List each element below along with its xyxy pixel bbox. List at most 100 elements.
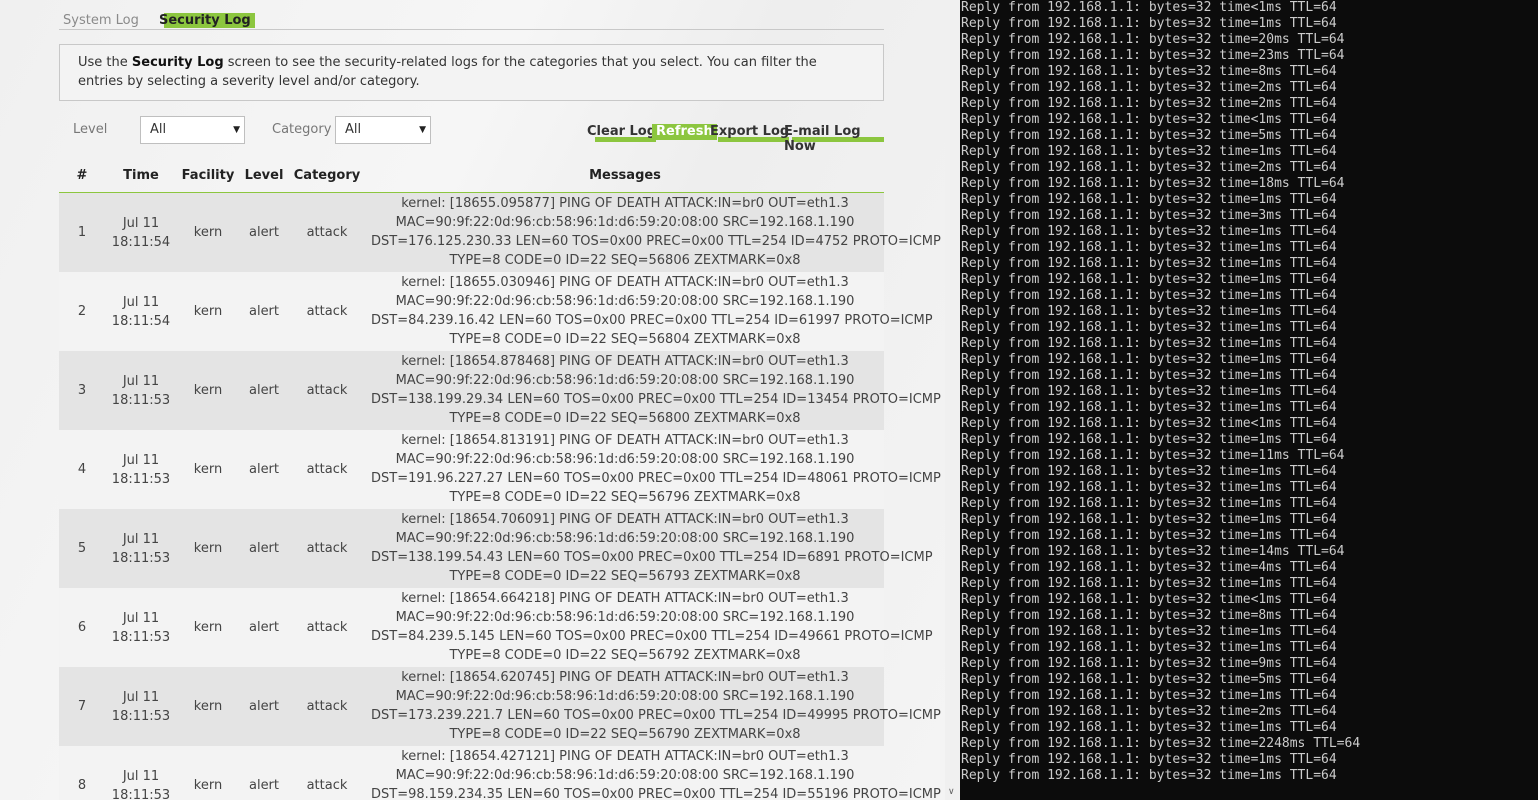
table-row: 8 Jul 11 18:11:53 kern alert attack kernel: [1… [59, 746, 941, 800]
row-facility: kern [193, 383, 223, 398]
terminal-line: Reply from 192.168.1.1: bytes=32 time=1m… [961, 272, 1337, 287]
terminal-line: Reply from 192.168.1.1: bytes=32 time=1m… [961, 352, 1337, 367]
message-line: TYPE=8 CODE=0 ID=22 SEQ=56806 ZEXTMARK=0… [449, 253, 801, 268]
message-line: MAC=90:9f:22:0d:96:cb:58:96:1d:d6:59:20:… [395, 294, 855, 309]
scrollbar[interactable]: ∨ [945, 0, 960, 800]
terminal-line: Reply from 192.168.1.1: bytes=32 time=1m… [961, 688, 1337, 703]
email-log-button[interactable]: E-mail Log Now [784, 124, 884, 154]
terminal-line: Reply from 192.168.1.1: bytes=32 time=22… [961, 736, 1361, 751]
row-facility: kern [193, 462, 223, 477]
row-message: kernel: [18654.664218] PING OF DEATH ATT… [371, 588, 933, 668]
message-line: DST=138.199.29.34 LEN=60 TOS=0x00 PREC=0… [371, 392, 941, 407]
message-line: DST=191.96.227.27 LEN=60 TOS=0x00 PREC=0… [371, 471, 941, 486]
message-line: kernel: [18654.664218] PING OF DEATH ATT… [401, 591, 849, 606]
tab-security-log[interactable]: Security Log [155, 13, 255, 28]
row-level: alert [248, 778, 280, 793]
message-line: MAC=90:9f:22:0d:96:cb:58:96:1d:d6:59:20:… [395, 689, 855, 704]
category-select[interactable]: All ▼ [335, 116, 431, 144]
export-log-button[interactable]: Export Log [710, 124, 790, 142]
terminal-line: Reply from 192.168.1.1: bytes=32 time=1m… [961, 768, 1337, 783]
tab-system-log[interactable]: System Log [59, 13, 143, 28]
col-time: Time [123, 168, 159, 183]
info-text: Use the Security Log screen to see the s… [78, 55, 817, 89]
row-message: kernel: [18654.878468] PING OF DEATH ATT… [371, 351, 941, 431]
terminal-line: Reply from 192.168.1.1: bytes=32 time<1m… [961, 416, 1337, 431]
row-category: attack [306, 541, 348, 556]
terminal-window: Reply from 192.168.1.1: bytes=32 time<1m… [960, 0, 1538, 800]
message-line: MAC=90:9f:22:0d:96:cb:58:96:1d:d6:59:20:… [395, 768, 855, 783]
clear-log-button[interactable]: Clear Log [587, 124, 657, 142]
message-line: DST=138.199.54.43 LEN=60 TOS=0x00 PREC=0… [371, 550, 933, 565]
message-line: TYPE=8 CODE=0 ID=22 SEQ=56793 ZEXTMARK=0… [449, 569, 801, 584]
terminal-line: Reply from 192.168.1.1: bytes=32 time=1m… [961, 752, 1337, 767]
terminal-line: Reply from 192.168.1.1: bytes=32 time=5m… [961, 128, 1337, 143]
row-level: alert [248, 304, 280, 319]
row-time: Jul 11 18:11:53 [111, 610, 171, 645]
terminal-line: Reply from 192.168.1.1: bytes=32 time=5m… [961, 672, 1337, 687]
terminal-line: Reply from 192.168.1.1: bytes=32 time=1m… [961, 16, 1337, 31]
terminal-line: Reply from 192.168.1.1: bytes=32 time=3m… [961, 208, 1337, 223]
col-facility: Facility [181, 168, 235, 183]
level-select[interactable]: All ▼ [140, 116, 245, 144]
message-line: kernel: [18654.427121] PING OF DEATH ATT… [401, 749, 849, 764]
terminal-line: Reply from 192.168.1.1: bytes=32 time=1m… [961, 336, 1337, 351]
message-line: TYPE=8 CODE=0 ID=22 SEQ=56790 ZEXTMARK=0… [449, 727, 801, 742]
message-line: DST=176.125.230.33 LEN=60 TOS=0x00 PREC=… [371, 234, 941, 249]
terminal-line: Reply from 192.168.1.1: bytes=32 time=20… [961, 32, 1345, 47]
row-num: 6 [77, 620, 87, 635]
table-header: # Time Facility Level Category Messages [59, 163, 884, 193]
row-message: kernel: [18655.030946] PING OF DEATH ATT… [371, 272, 933, 352]
table-row: 3 Jul 11 18:11:53 kern alert attack kernel: [1… [59, 351, 941, 431]
log-table-body: 1 Jul 11 18:11:54 kern alert attack kernel: [1… [59, 193, 941, 800]
row-num: 5 [77, 541, 87, 556]
message-line: MAC=90:9f:22:0d:96:cb:58:96:1d:d6:59:20:… [395, 452, 855, 467]
table-row: 1 Jul 11 18:11:54 kern alert attack kernel: [1… [59, 193, 941, 273]
terminal-line: Reply from 192.168.1.1: bytes=32 time=1m… [961, 576, 1337, 591]
message-line: kernel: [18654.706091] PING OF DEATH ATT… [401, 512, 849, 527]
info-box: Use the Security Log screen to see the s… [59, 44, 884, 101]
terminal-line: Reply from 192.168.1.1: bytes=32 time=1m… [961, 304, 1337, 319]
terminal-line: Reply from 192.168.1.1: bytes=32 time=1m… [961, 144, 1337, 159]
row-facility: kern [193, 620, 223, 635]
row-time: Jul 11 18:11:53 [111, 768, 171, 800]
terminal-line: Reply from 192.168.1.1: bytes=32 time=1m… [961, 368, 1337, 383]
terminal-line: Reply from 192.168.1.1: bytes=32 time=1m… [961, 320, 1337, 335]
terminal-line: Reply from 192.168.1.1: bytes=32 time=1m… [961, 464, 1337, 479]
row-facility: kern [193, 225, 223, 240]
row-time: Jul 11 18:11:53 [111, 452, 171, 487]
terminal-line: Reply from 192.168.1.1: bytes=32 time=1m… [961, 528, 1337, 543]
col-category: Category [293, 168, 361, 183]
row-facility: kern [193, 778, 223, 793]
terminal-line: Reply from 192.168.1.1: bytes=32 time=1m… [961, 192, 1337, 207]
level-label: Level [73, 122, 108, 137]
row-time: Jul 11 18:11:53 [111, 689, 171, 724]
terminal-line: Reply from 192.168.1.1: bytes=32 time=8m… [961, 64, 1337, 79]
chevron-down-icon[interactable]: ∨ [948, 787, 955, 797]
row-category: attack [306, 462, 348, 477]
row-message: kernel: [18654.813191] PING OF DEATH ATT… [371, 430, 941, 510]
row-num: 8 [77, 778, 87, 793]
terminal-line: Reply from 192.168.1.1: bytes=32 time=1m… [961, 640, 1337, 655]
terminal-line: Reply from 192.168.1.1: bytes=32 time=9m… [961, 656, 1337, 671]
row-num: 7 [77, 699, 87, 714]
terminal-line: Reply from 192.168.1.1: bytes=32 time=11… [961, 448, 1345, 463]
terminal-line: Reply from 192.168.1.1: bytes=32 time<1m… [961, 0, 1337, 15]
refresh-button[interactable]: Refresh [652, 124, 717, 140]
row-time: Jul 11 18:11:54 [111, 215, 171, 250]
message-line: TYPE=8 CODE=0 ID=22 SEQ=56800 ZEXTMARK=0… [449, 411, 801, 426]
row-facility: kern [193, 304, 223, 319]
row-level: alert [248, 699, 280, 714]
message-line: kernel: [18654.620745] PING OF DEATH ATT… [401, 670, 849, 685]
row-message: kernel: [18655.095877] PING OF DEATH ATT… [371, 193, 941, 273]
row-message: kernel: [18654.706091] PING OF DEATH ATT… [371, 509, 933, 589]
table-row: 5 Jul 11 18:11:53 kern alert attack kernel: [1… [59, 509, 933, 589]
col-messages: Messages [589, 168, 661, 183]
row-facility: kern [193, 699, 223, 714]
router-web-ui: System Log Security Log Use the Security… [0, 0, 945, 800]
row-category: attack [306, 699, 348, 714]
message-line: DST=84.239.5.145 LEN=60 TOS=0x00 PREC=0x… [371, 629, 933, 644]
terminal-line: Reply from 192.168.1.1: bytes=32 time=1m… [961, 400, 1337, 415]
message-line: kernel: [18654.878468] PING OF DEATH ATT… [401, 354, 849, 369]
terminal-line: Reply from 192.168.1.1: bytes=32 time=18… [961, 176, 1345, 191]
row-category: attack [306, 620, 348, 635]
